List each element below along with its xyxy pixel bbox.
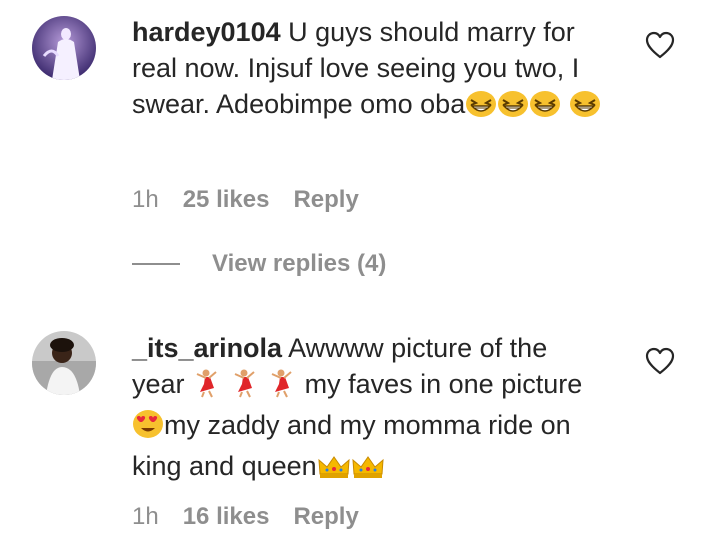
view-replies-label[interactable]: View replies (4) — [212, 250, 386, 278]
heart-outline-icon[interactable] — [645, 31, 675, 59]
dancer-emoji — [267, 368, 297, 407]
divider — [132, 263, 180, 265]
reply-button[interactable]: Reply — [293, 503, 358, 531]
comment-time: 1h — [132, 503, 159, 530]
comment-likes[interactable]: 16 likes — [183, 503, 270, 531]
avatar[interactable] — [32, 331, 96, 395]
grin-squint-emoji — [497, 90, 529, 127]
dancer-emoji — [230, 368, 260, 407]
reply-button[interactable]: Reply — [293, 186, 358, 214]
avatar[interactable] — [32, 16, 96, 80]
grin-squint-emoji — [529, 90, 561, 127]
view-replies-button[interactable]: View replies (4) — [132, 250, 386, 278]
dancer-emoji — [192, 368, 222, 407]
crown-emoji — [351, 453, 385, 489]
comment-username[interactable]: hardey0104 — [132, 17, 281, 47]
comment-username[interactable]: _its_arinola — [132, 333, 282, 363]
comment-meta: 1h 25 likes Reply — [132, 186, 359, 214]
heart-eyes-emoji — [132, 409, 164, 448]
comment-text: my faves in one picture — [304, 369, 583, 399]
heart-outline-icon[interactable] — [645, 347, 675, 375]
comment-time: 1h — [132, 186, 159, 213]
crown-emoji — [317, 453, 351, 489]
comment-body: _its_arinola Awwww picture of the year m… — [132, 330, 602, 489]
comment-body: hardey0104 U guys should marry for real … — [132, 14, 602, 127]
comment-likes[interactable]: 25 likes — [183, 186, 270, 214]
comment-meta: 1h 16 likes Reply — [132, 503, 359, 531]
grin-squint-emoji — [569, 90, 601, 127]
grin-squint-emoji — [465, 90, 497, 127]
